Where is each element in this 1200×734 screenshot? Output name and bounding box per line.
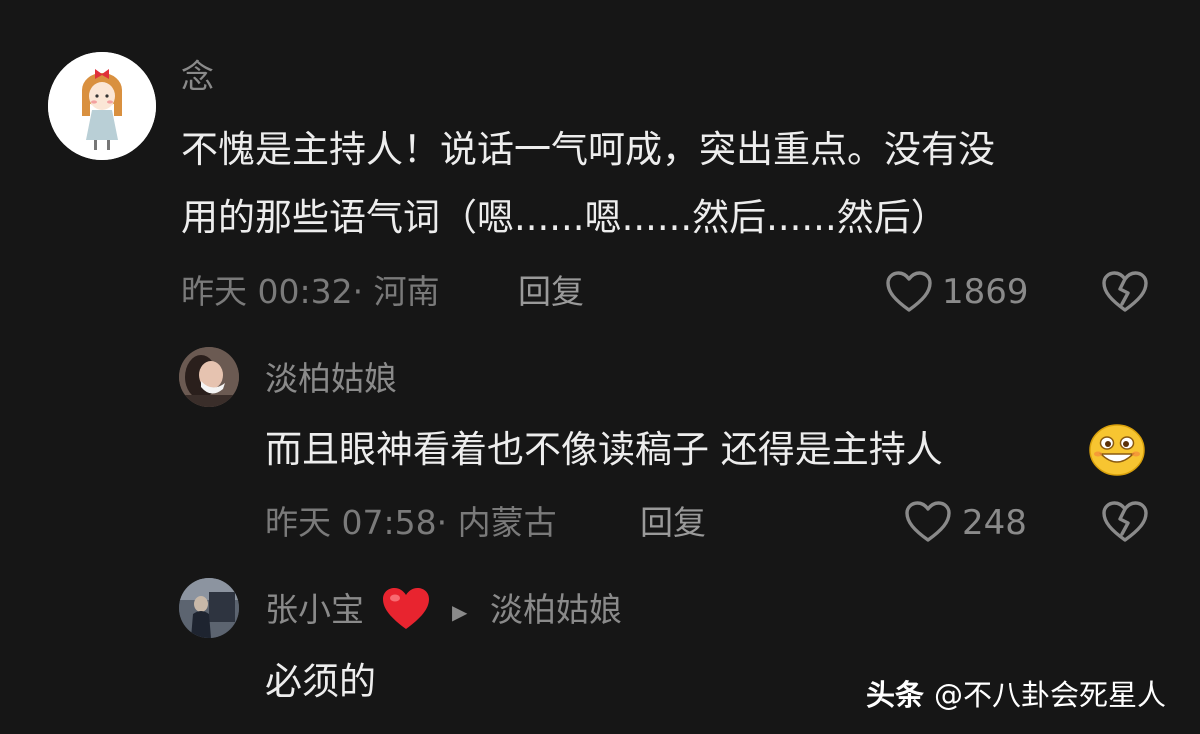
user-photo-icon [179,578,239,638]
reply-to-author[interactable]: 淡柏姑娘 [490,590,622,630]
avatar[interactable] [179,347,239,407]
dislike-broken-heart-icon[interactable] [1101,270,1149,318]
watermark-handle: @不八卦会死星人 [934,678,1167,712]
comment-text-line-2: 用的那些语气词（嗯......嗯......然后......然后） [181,196,948,239]
reply-button[interactable]: 回复 [518,272,584,312]
user-photo-icon [179,347,239,407]
like-count: 1869 [942,272,1029,312]
watermark: 头条 @不八卦会死星人 [866,677,1166,713]
avatar[interactable] [48,52,156,160]
reply-button[interactable]: 回复 [640,503,706,543]
reply-author[interactable]: 张小宝 [265,590,364,630]
cartoon-girl-icon [48,52,156,160]
comment-text-line-1: 不愧是主持人！说话一气呵成，突出重点。没有没 [181,128,995,171]
reply-arrow-icon: ▶ [452,600,468,624]
comment-time-location: 昨天 00:32· 河南 [181,272,440,311]
watermark-brand: 头条 [866,678,925,712]
like-heart-icon[interactable] [904,500,952,548]
reply-author[interactable]: 淡柏姑娘 [265,359,397,399]
grinning-face-emoji [1089,424,1145,480]
like-heart-icon[interactable] [885,270,933,318]
red-heart-emoji [381,586,431,636]
reply-text: 必须的 [265,660,376,703]
dislike-broken-heart-icon[interactable] [1101,500,1149,548]
reply-time-location: 昨天 07:58· 内蒙古 [265,503,557,542]
reply-text: 而且眼神看着也不像读稿子 还得是主持人 [265,428,943,471]
avatar[interactable] [179,578,239,638]
like-count: 248 [962,503,1027,543]
comment-author[interactable]: 念 [181,57,214,97]
